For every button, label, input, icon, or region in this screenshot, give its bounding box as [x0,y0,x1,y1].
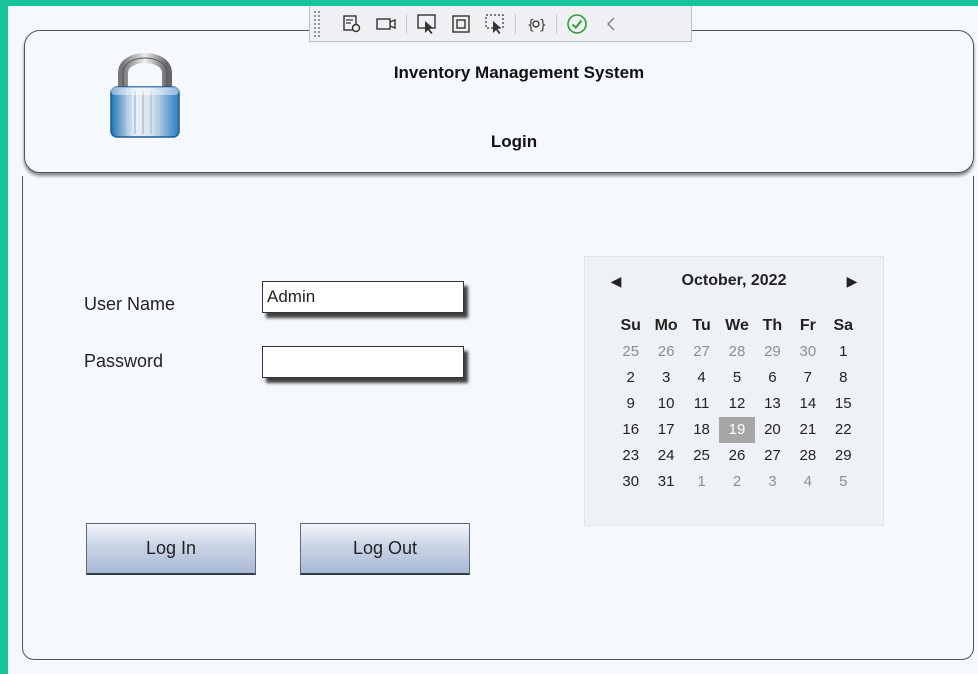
calendar-day[interactable]: 4 [684,365,719,391]
calendar-day[interactable]: 21 [790,417,825,443]
calendar-day[interactable]: 12 [719,391,754,417]
toolbar-separator [556,13,557,34]
calendar-header: ◀ October, 2022 ▶ [585,263,883,299]
calendar-day[interactable]: 23 [613,443,648,469]
calendar-day[interactable]: 26 [648,339,683,365]
checkmark-icon[interactable] [566,13,588,35]
calendar-day[interactable]: 3 [648,365,683,391]
calendar-day[interactable]: 28 [719,339,754,365]
calendar-day[interactable]: 2 [613,365,648,391]
calendar-day[interactable]: 28 [790,443,825,469]
calendar-day[interactable]: 1 [684,469,719,495]
calendar-day[interactable]: 13 [755,391,790,417]
calendar-day[interactable]: 7 [790,365,825,391]
calendar-day[interactable]: 18 [684,417,719,443]
calendar-day[interactable]: 9 [613,391,648,417]
next-month-arrow-icon[interactable]: ▶ [837,266,867,296]
calendar-day[interactable]: 14 [790,391,825,417]
debug-toolbar: {} [309,6,692,42]
calendar-day-selected[interactable]: 19 [719,417,755,443]
calendar-day[interactable]: 20 [755,417,790,443]
header-panel: Inventory Management System Login [24,30,974,173]
weekday-header: Tu [692,317,711,334]
track-focus-icon[interactable] [484,13,506,35]
username-label: User Name [84,294,176,314]
calendar-day[interactable]: 2 [719,469,754,495]
calendar-day[interactable]: 5 [826,469,861,495]
password-input[interactable] [262,346,464,378]
calendar-day[interactable]: 16 [613,417,648,443]
weekday-header: Su [620,317,641,334]
logout-button[interactable]: Log Out [300,523,470,575]
toolbar-separator [515,13,516,34]
weekday-header: Mo [654,317,678,334]
calendar-day[interactable]: 30 [790,339,825,365]
binding-icon[interactable]: {} [525,13,547,35]
login-button[interactable]: Log In [86,523,256,575]
calendar-day[interactable]: 4 [790,469,825,495]
calendar-day[interactable]: 3 [755,469,790,495]
calendar-month-title[interactable]: October, 2022 [682,272,787,290]
calendar-day[interactable]: 31 [648,469,683,495]
weekday-header: Th [762,317,783,334]
properties-icon[interactable] [341,13,363,35]
calendar-day-grid: Su Mo Tu We Th Fr Sa 25 26 27 28 29 30 1 2 3 4 5 6 7 8 9 10 11 1… [613,313,861,495]
toolbar-grip-handle[interactable] [313,9,321,38]
calendar-day[interactable]: 25 [684,443,719,469]
calendar-day[interactable]: 25 [613,339,648,365]
calendar-day[interactable]: 8 [826,365,861,391]
calendar-day[interactable]: 27 [755,443,790,469]
app-title: Inventory Management System [393,63,645,82]
calendar-day[interactable]: 15 [826,391,861,417]
collapse-chevron-icon[interactable] [600,13,622,35]
weekday-header: Fr [799,317,816,334]
weekday-header: Sa [833,317,854,334]
username-input[interactable] [262,281,464,313]
select-element-icon[interactable] [416,13,438,35]
page-title: Login [490,132,538,151]
calendar-day[interactable]: 17 [648,417,683,443]
calendar-day[interactable]: 26 [719,443,754,469]
calendar-day[interactable]: 10 [648,391,683,417]
toolbar-separator [406,13,407,34]
previous-month-arrow-icon[interactable]: ◀ [601,266,631,296]
weekday-header: We [725,317,749,334]
calendar-day[interactable]: 29 [755,339,790,365]
calendar-day[interactable]: 6 [755,365,790,391]
calendar-day[interactable]: 1 [826,339,861,365]
calendar: ◀ October, 2022 ▶ Su Mo Tu We Th Fr Sa 25 26 27 28… [584,256,884,526]
calendar-day[interactable]: 30 [613,469,648,495]
password-label: Password [84,351,164,371]
calendar-day[interactable]: 22 [826,417,861,443]
camera-icon[interactable] [375,13,397,35]
frame-icon[interactable] [450,13,472,35]
calendar-day[interactable]: 24 [648,443,683,469]
calendar-day[interactable]: 5 [719,365,754,391]
svg-text:}: } [539,18,547,33]
calendar-day[interactable]: 11 [684,391,719,417]
calendar-day[interactable]: 29 [826,443,861,469]
calendar-day[interactable]: 27 [684,339,719,365]
